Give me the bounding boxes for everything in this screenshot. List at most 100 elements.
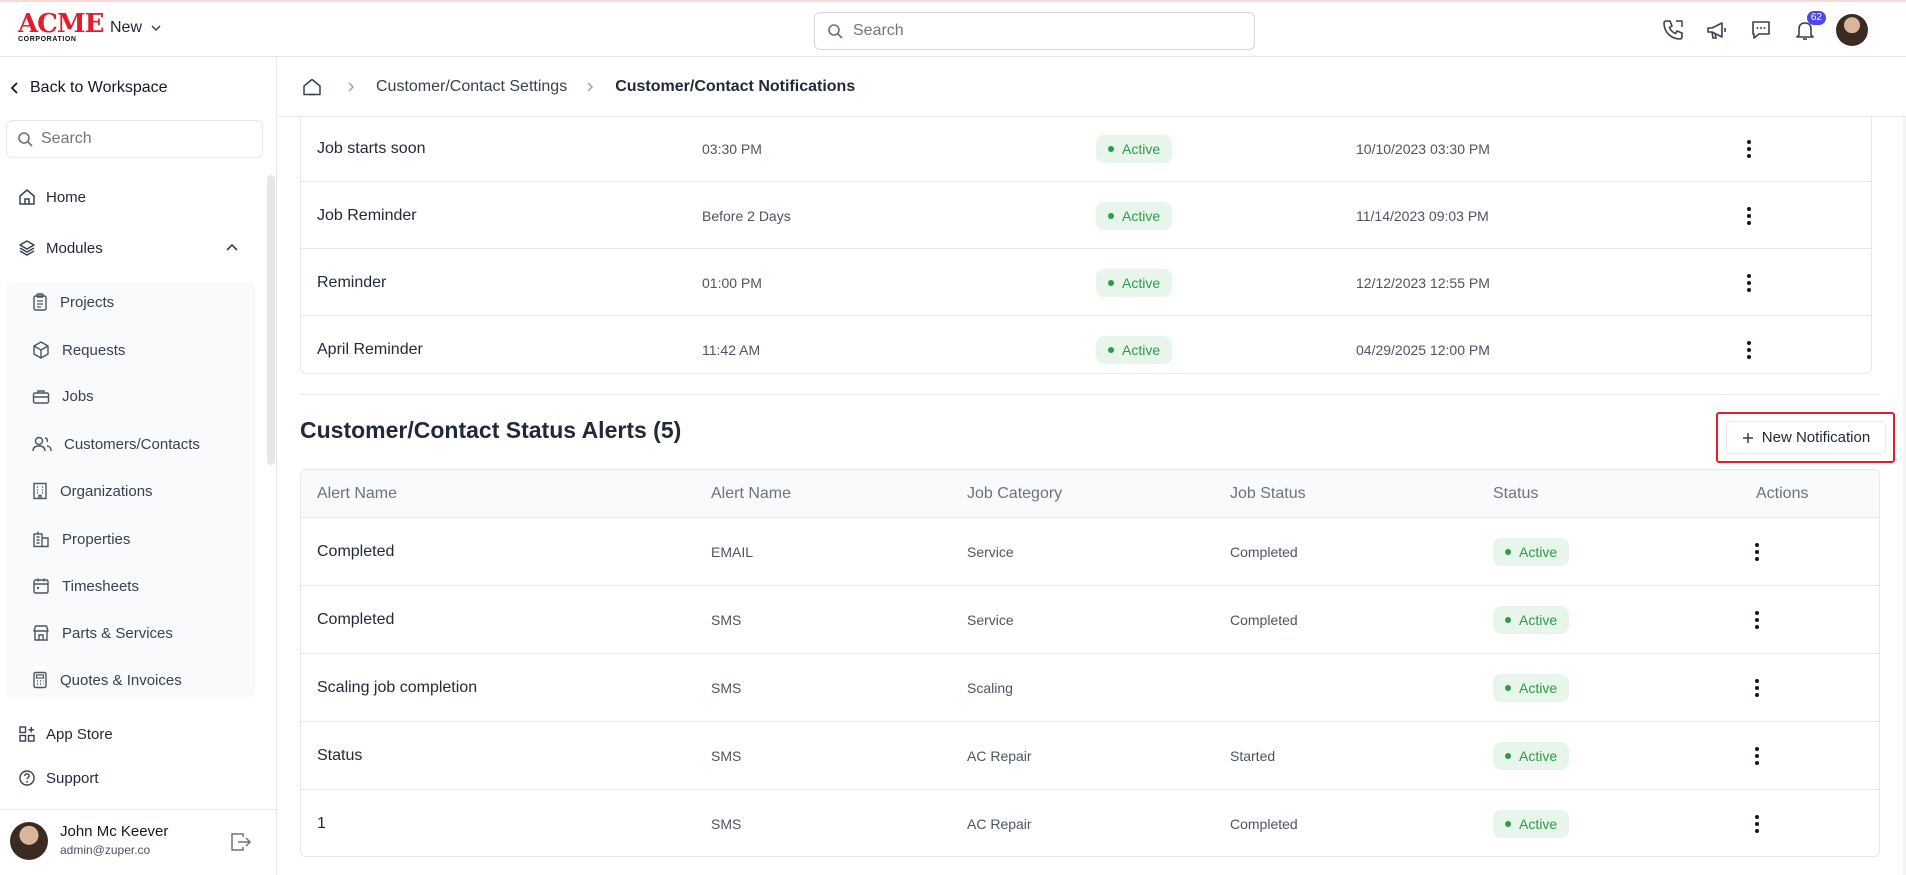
modules-label: Modules [46,239,103,257]
more-vertical-icon [1749,811,1765,837]
logout-icon[interactable] [230,832,252,852]
user-avatar-top[interactable] [1836,14,1868,46]
row-actions-button[interactable] [1749,518,1765,586]
status-badge: Active [1493,654,1570,722]
sidebar-item-parts-services[interactable]: Parts & Services [32,624,173,642]
alert-name: Completed [317,611,395,628]
table-header: Alert Name Alert Name Job Category Job S… [301,470,1879,518]
more-vertical-icon [1741,270,1757,296]
column-header[interactable]: Status [1493,470,1538,518]
job-category: AC Repair [967,816,1032,832]
column-header[interactable]: Job Category [967,470,1062,518]
sidebar-item-modules[interactable]: Modules [18,239,103,257]
chevron-down-icon [151,25,161,32]
more-vertical-icon [1749,675,1765,701]
home-label: Home [46,188,87,206]
job-status: Completed [1230,816,1298,832]
chevron-right-icon [587,81,594,92]
home-icon[interactable] [302,77,322,97]
new-notification-label: New Notification [1761,429,1871,446]
alert-type: SMS [711,612,742,628]
row-actions-button[interactable] [1749,586,1765,654]
reminder-time: 03:30 PM [702,140,762,157]
more-vertical-icon [1741,203,1757,229]
plus-icon [1742,432,1753,443]
avatar[interactable] [10,822,48,860]
sidebar-item-support[interactable]: Support [18,769,99,787]
chat-icon[interactable] [1748,17,1774,43]
column-header[interactable]: Alert Name [711,470,791,518]
job-status: Completed [1230,612,1298,628]
new-notification-button[interactable]: New Notification [1726,421,1886,454]
megaphone-icon[interactable] [1704,17,1730,43]
back-to-workspace-link[interactable]: Back to Workspace [10,79,168,97]
logo-text: ACME [18,9,104,39]
more-vertical-icon [1749,743,1765,769]
layers-icon [19,240,35,256]
column-header: Actions [1756,485,1809,502]
new-label: New [110,19,143,36]
alert-type: SMS [711,748,742,764]
briefcase-icon [32,389,50,404]
global-search-input[interactable] [853,22,1233,40]
row-actions-button[interactable] [1741,182,1757,249]
row-actions-button[interactable] [1749,654,1765,722]
top-icons: 62 [1660,11,1868,46]
acme-logo[interactable]: ACME CORPORATION [18,9,104,44]
column-header[interactable]: Job Status [1230,470,1306,518]
row-actions-button[interactable] [1749,790,1765,856]
calculator-icon [33,671,47,689]
alert-name: Status [317,747,363,764]
timesheets-label: Timesheets [62,577,139,595]
projects-label: Projects [60,293,115,311]
breadcrumb: Customer/Contact Settings Customer/Conta… [278,57,1906,117]
sidebar-scrollbar[interactable] [267,175,275,465]
phone-icon[interactable] [1660,17,1686,43]
row-actions-button[interactable] [1749,722,1765,790]
new-menu-button[interactable]: New [110,19,162,37]
breadcrumb-parent[interactable]: Customer/Contact Settings [376,78,567,96]
table-row: Completed EMAIL Service Completed Active [301,518,1879,586]
sidebar-item-properties[interactable]: Properties [32,530,130,548]
status-badge: Active [1493,790,1570,856]
table-row: Status SMS AC Repair Started Active [301,722,1879,790]
job-category: Service [967,544,1014,560]
reminder-name: Reminder [317,273,387,291]
status-badge: Active [1493,722,1570,790]
alert-type: SMS [711,680,742,696]
sidebar-item-app-store[interactable]: App Store [18,725,113,743]
properties-label: Properties [62,530,131,548]
table-row: Scaling job completion SMS Scaling Activ… [301,654,1879,722]
sidebar-item-projects[interactable]: Projects [32,293,114,311]
row-actions-button[interactable] [1741,117,1757,182]
reminder-time: 11:42 AM [702,341,761,358]
reminder-time: Before 2 Days [702,207,791,224]
column-header[interactable]: Alert Name [317,470,397,518]
section-divider [300,394,1880,395]
chevron-up-icon[interactable] [225,242,239,252]
job-category: Service [967,612,1014,628]
sidebar-item-jobs[interactable]: Jobs [32,388,94,405]
user-name: John Mc Keever [60,823,169,840]
row-actions-button[interactable] [1741,249,1757,316]
sidebar-search[interactable] [6,120,263,158]
sidebar-item-quotes-invoices[interactable]: Quotes & Invoices [32,671,182,689]
sidebar-item-requests[interactable]: Requests [32,341,125,359]
status-alerts-table: Alert Name Alert Name Job Category Job S… [300,469,1880,857]
users-icon [32,436,52,452]
sidebar-item-home[interactable]: Home [18,188,86,206]
table-row: 1 SMS AC Repair Completed Active [301,790,1879,856]
sidebar-item-timesheets[interactable]: Timesheets [32,577,139,595]
job-category: AC Repair [967,748,1032,764]
status-badge: Active [1096,117,1173,182]
grid-plus-icon [19,726,35,742]
sidebar-item-organizations[interactable]: Organizations [32,482,153,500]
bell-icon[interactable]: 62 [1792,11,1826,43]
job-category: Scaling [967,680,1013,696]
sidebar-search-input[interactable] [41,130,241,148]
row-actions-button[interactable] [1741,316,1757,373]
sidebar-item-customers[interactable]: Customers/Contacts [32,435,200,453]
alert-type: SMS [711,816,742,832]
reminders-table: Job starts soon 03:30 PM Active 10/10/20… [300,117,1872,374]
global-search[interactable] [814,12,1255,50]
